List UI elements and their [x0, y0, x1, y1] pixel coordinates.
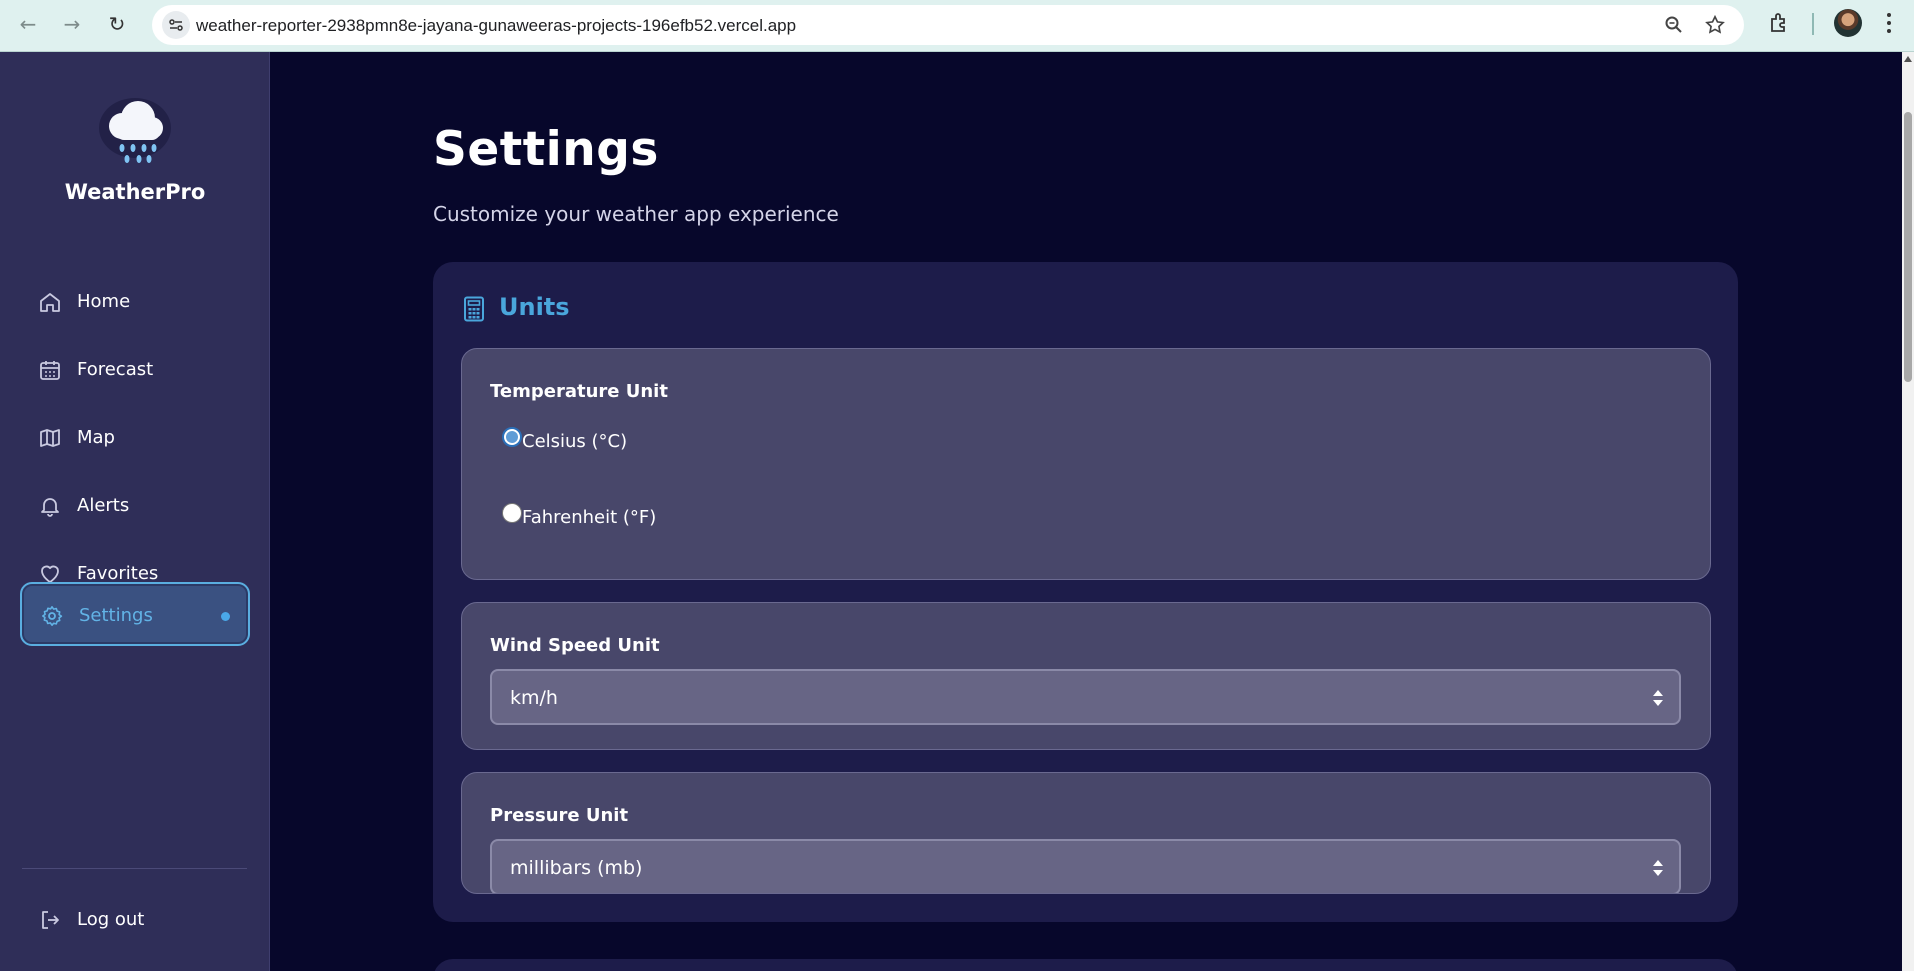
page-scrollbar[interactable] — [1902, 52, 1914, 971]
wind-speed-select[interactable]: km/h — [490, 669, 1681, 725]
sidebar-item-home[interactable]: Home — [20, 270, 250, 334]
temperature-unit-label: Temperature Unit — [490, 381, 668, 402]
fahrenheit-label[interactable]: Fahrenheit (°F) — [522, 507, 656, 528]
logout-button[interactable]: Log out — [20, 888, 250, 952]
units-title: Units — [499, 293, 570, 321]
pressure-unit-panel: Pressure Unit millibars (mb) — [461, 772, 1711, 894]
scroll-up-arrow-icon[interactable] — [1904, 56, 1912, 62]
celsius-radio[interactable] — [502, 427, 522, 447]
sidebar-item-label: Forecast — [77, 359, 154, 380]
sidebar-item-label: Favorites — [77, 563, 159, 584]
sidebar-item-label: Settings — [79, 605, 153, 626]
logout-icon — [38, 908, 62, 932]
pressure-value: millibars (mb) — [510, 857, 643, 879]
zoom-icon[interactable] — [1664, 15, 1684, 39]
kebab-menu-icon[interactable] — [1886, 12, 1892, 38]
units-card: Units Temperature Unit Celsius (°C) Fahr… — [433, 262, 1738, 922]
site-info-icon[interactable] — [162, 11, 190, 39]
calculator-icon — [463, 296, 485, 326]
sidebar-item-label: Map — [77, 427, 115, 448]
toolbar-divider — [1812, 13, 1814, 35]
wind-speed-unit-label: Wind Speed Unit — [490, 635, 660, 656]
sidebar-item-alerts[interactable]: Alerts — [20, 474, 250, 538]
wind-speed-value: km/h — [510, 687, 558, 709]
sidebar-item-label: Alerts — [77, 495, 130, 516]
sidebar-item-forecast[interactable]: Forecast — [20, 338, 250, 402]
sidebar: WeatherPro Home Forecast Map Alerts Favo… — [0, 52, 270, 971]
scroll-thumb[interactable] — [1904, 112, 1912, 382]
select-arrows-icon — [1651, 858, 1665, 882]
pressure-select[interactable]: millibars (mb) — [490, 839, 1681, 893]
sidebar-item-settings[interactable]: Settings — [20, 582, 250, 646]
sidebar-item-label: Home — [77, 291, 131, 312]
sidebar-divider — [22, 868, 247, 869]
home-icon — [38, 290, 62, 314]
browser-toolbar: ← → ↻ weather-reporter-2938pmn8e-jayana-… — [0, 0, 1914, 52]
active-indicator-dot — [221, 612, 230, 621]
page-title: Settings — [433, 122, 659, 177]
bell-icon — [38, 494, 62, 518]
rain-cloud-icon — [96, 94, 174, 174]
wind-speed-unit-panel: Wind Speed Unit km/h — [461, 602, 1711, 750]
next-settings-card — [433, 959, 1738, 971]
brand-name: WeatherPro — [64, 180, 206, 204]
select-arrows-icon — [1651, 688, 1665, 712]
reload-icon[interactable]: ↻ — [103, 10, 131, 38]
extensions-icon[interactable] — [1768, 11, 1792, 39]
bookmark-star-icon[interactable] — [1704, 14, 1726, 40]
page-subtitle: Customize your weather app experience — [433, 202, 839, 226]
forward-arrow-icon[interactable]: → — [58, 10, 86, 38]
back-arrow-icon[interactable]: ← — [14, 10, 42, 38]
profile-avatar[interactable] — [1834, 9, 1862, 37]
logout-label: Log out — [77, 909, 145, 930]
gear-icon — [40, 604, 64, 628]
calendar-icon — [38, 358, 62, 382]
url-text[interactable]: weather-reporter-2938pmn8e-jayana-gunawe… — [196, 16, 796, 36]
pressure-unit-label: Pressure Unit — [490, 805, 629, 826]
sidebar-item-map[interactable]: Map — [20, 406, 250, 470]
temperature-unit-panel: Temperature Unit Celsius (°C) Fahrenheit… — [461, 348, 1711, 580]
celsius-label[interactable]: Celsius (°C) — [522, 431, 627, 452]
map-icon — [38, 426, 62, 450]
address-bar[interactable]: weather-reporter-2938pmn8e-jayana-gunawe… — [152, 5, 1744, 45]
fahrenheit-radio[interactable] — [502, 503, 522, 523]
main-content: Settings Customize your weather app expe… — [271, 52, 1904, 971]
